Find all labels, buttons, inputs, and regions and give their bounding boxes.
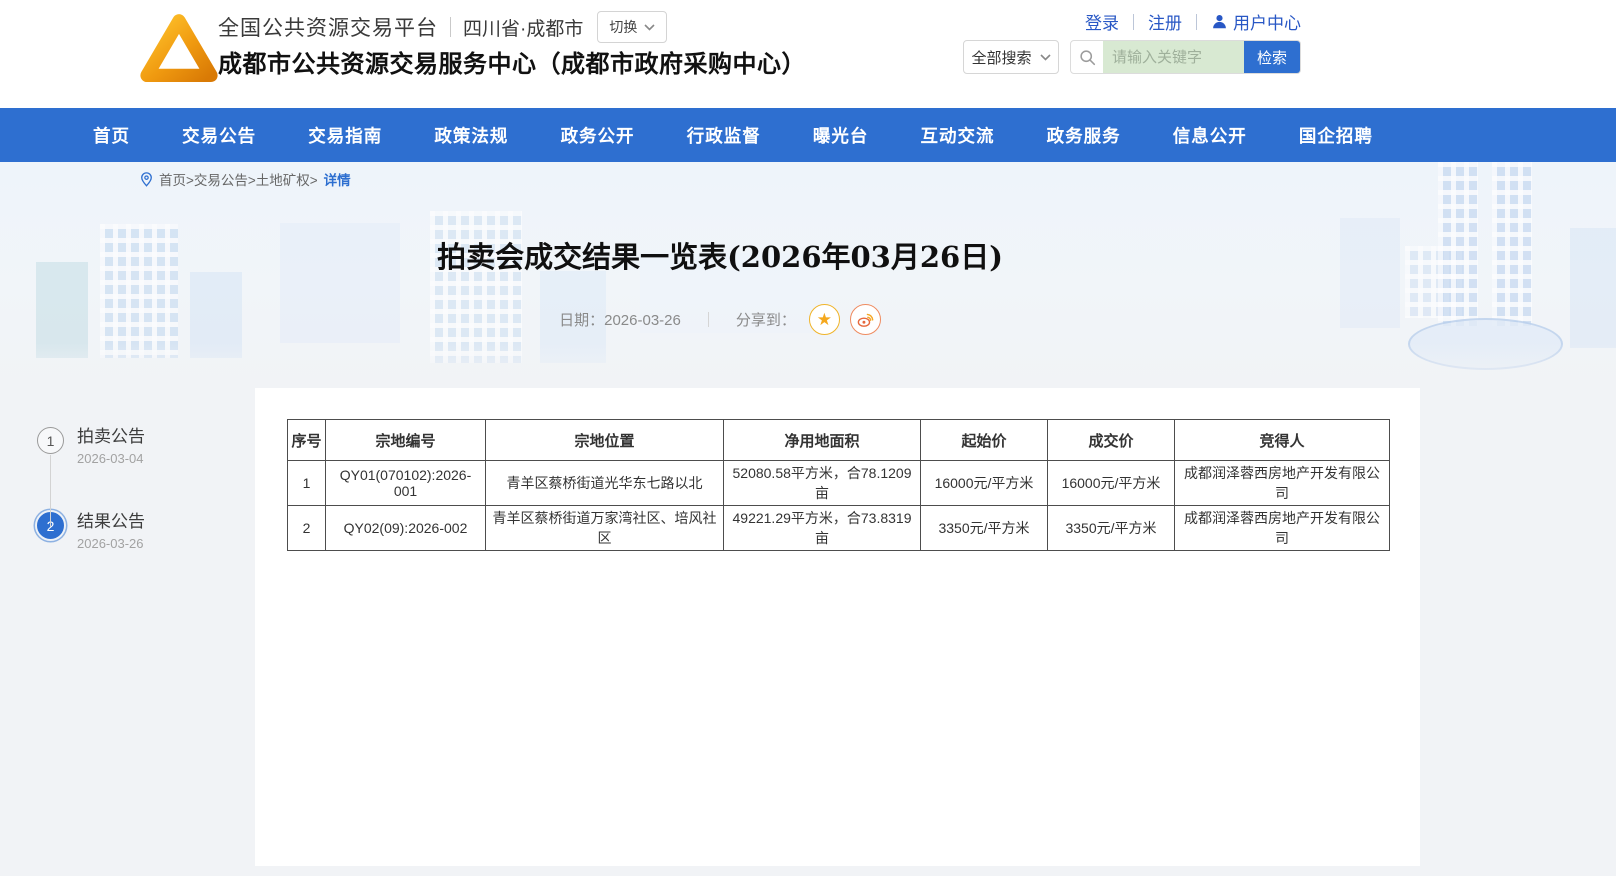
table-header-cell: 宗地位置 bbox=[486, 420, 724, 461]
qzone-icon[interactable]: ★ bbox=[809, 304, 840, 335]
breadcrumb-path: 首页>交易公告>土地矿权> bbox=[159, 169, 318, 189]
table-cell: QY02(09):2026-002 bbox=[326, 506, 486, 551]
user-center-label: 用户中心 bbox=[1233, 9, 1301, 34]
auction-results-table: 序号宗地编号宗地位置净用地面积起始价成交价竞得人 1QY01(070102):2… bbox=[287, 419, 1390, 551]
detail-card: 序号宗地编号宗地位置净用地面积起始价成交价竞得人 1QY01(070102):2… bbox=[255, 388, 1420, 866]
nav-item-6[interactable]: 行政监督 bbox=[679, 123, 769, 148]
skyline-building bbox=[36, 262, 88, 358]
login-label: 登录 bbox=[1085, 9, 1119, 34]
nav-list: 首页 交易公告 交易指南 政策法规 政务公开 行政监督 曝光台 互动交流 政务服务 信息公开 国企招… bbox=[85, 108, 1381, 162]
region-switch-label: 切换 bbox=[609, 17, 637, 37]
chevron-down-icon bbox=[1040, 54, 1051, 61]
content-area: 1 拍卖公告 2026-03-04 2 结果公告 2026-03-26 序号宗地编号宗地位… bbox=[0, 388, 1616, 876]
nav-item-11[interactable]: 国企招聘 bbox=[1291, 123, 1381, 148]
nav-item-4[interactable]: 政策法规 bbox=[426, 123, 516, 148]
table-cell: 1 bbox=[288, 461, 326, 506]
table-row: 1QY01(070102):2026-001青羊区蔡桥街道光华东七路以北5208… bbox=[288, 461, 1390, 506]
region-label: 四川省·成都市 bbox=[463, 14, 583, 41]
site-header: 全国公共资源交易平台 四川省·成都市 切换 成都市公共资源交易服务中心（成都市政… bbox=[0, 0, 1616, 108]
search-scope-label: 全部搜索 bbox=[971, 47, 1031, 68]
banner: 首页>交易公告>土地矿权>详情 拍卖会成交结果一览表(2026年03月26日) … bbox=[0, 162, 1616, 388]
table-cell: 2 bbox=[288, 506, 326, 551]
header-top-row: 全国公共资源交易平台 四川省·成都市 切换 bbox=[218, 11, 667, 43]
nav-item-8[interactable]: 互动交流 bbox=[912, 123, 1002, 148]
table-header-cell: 成交价 bbox=[1048, 420, 1175, 461]
table-header-cell: 宗地编号 bbox=[326, 420, 486, 461]
divider bbox=[1196, 14, 1197, 30]
table-cell: QY01(070102):2026-001 bbox=[326, 461, 486, 506]
divider bbox=[1133, 14, 1134, 30]
skyline-stadium bbox=[1408, 318, 1563, 370]
table-cell: 16000元/平方米 bbox=[1048, 461, 1175, 506]
nav-item-2[interactable]: 交易公告 bbox=[174, 123, 264, 148]
chevron-down-icon bbox=[644, 24, 655, 31]
divider bbox=[708, 312, 709, 327]
nav-item-9[interactable]: 政务服务 bbox=[1039, 123, 1129, 148]
search-input[interactable] bbox=[1103, 41, 1244, 73]
timeline-step-title: 拍卖公告 bbox=[77, 427, 145, 447]
weibo-icon[interactable] bbox=[850, 304, 881, 335]
table-cell: 青羊区蔡桥街道万家湾社区、培风社区 bbox=[486, 506, 724, 551]
register-label: 注册 bbox=[1148, 9, 1182, 34]
nav-item-7[interactable]: 曝光台 bbox=[805, 123, 877, 148]
skyline-building bbox=[1340, 218, 1400, 328]
breadcrumb-current: 详情 bbox=[324, 169, 351, 189]
share-label: 分享到： bbox=[736, 309, 796, 330]
location-pin-icon bbox=[140, 172, 153, 187]
table-cell: 3350元/平方米 bbox=[1048, 506, 1175, 551]
site-logo-icon bbox=[140, 8, 218, 96]
search-box: 检索 bbox=[1070, 40, 1301, 74]
table-cell: 3350元/平方米 bbox=[921, 506, 1048, 551]
table-body: 1QY01(070102):2026-001青羊区蔡桥街道光华东七路以北5208… bbox=[288, 461, 1390, 551]
table-row: 2QY02(09):2026-002青羊区蔡桥街道万家湾社区、培风社区49221… bbox=[288, 506, 1390, 551]
user-icon bbox=[1211, 13, 1228, 30]
divider bbox=[450, 17, 451, 37]
timeline-step-title: 结果公告 bbox=[77, 512, 145, 532]
login-link[interactable]: 登录 bbox=[1085, 9, 1119, 34]
page-title: 拍卖会成交结果一览表(2026年03月26日) bbox=[140, 234, 1300, 276]
timeline: 1拍卖公告2026-03-042结果公告2026-03-26 bbox=[37, 427, 247, 551]
platform-title: 全国公共资源交易平台 bbox=[218, 12, 438, 42]
table-cell: 青羊区蔡桥街道光华东七路以北 bbox=[486, 461, 724, 506]
date-label-text: 日期： bbox=[559, 312, 604, 329]
date-label: 日期：2026-03-26 bbox=[559, 309, 681, 330]
table-header-cell: 起始价 bbox=[921, 420, 1048, 461]
timeline-step-date: 2026-03-26 bbox=[77, 536, 145, 551]
timeline-step[interactable]: 2结果公告2026-03-26 bbox=[37, 512, 247, 551]
nav-item-3[interactable]: 交易指南 bbox=[300, 123, 390, 148]
nav-item-10[interactable]: 信息公开 bbox=[1165, 123, 1255, 148]
table-cell: 成都润泽蓉西房地产开发有限公司 bbox=[1175, 506, 1390, 551]
timeline-connector bbox=[50, 455, 51, 527]
nav-item-1[interactable]: 首页 bbox=[85, 123, 138, 148]
table-header-row: 序号宗地编号宗地位置净用地面积起始价成交价竞得人 bbox=[288, 420, 1390, 461]
table-cell: 49221.29平方米，合73.8319亩 bbox=[724, 506, 921, 551]
nav-item-5[interactable]: 政务公开 bbox=[553, 123, 643, 148]
site-title: 成都市公共资源交易服务中心（成都市政府采购中心） bbox=[218, 44, 806, 79]
breadcrumb: 首页>交易公告>土地矿权> 详情 bbox=[140, 169, 351, 189]
user-center-link[interactable]: 用户中心 bbox=[1211, 9, 1301, 34]
date-value: 2026-03-26 bbox=[604, 312, 681, 329]
table-cell: 16000元/平方米 bbox=[921, 461, 1048, 506]
table-cell: 成都润泽蓉西房地产开发有限公司 bbox=[1175, 461, 1390, 506]
register-link[interactable]: 注册 bbox=[1148, 9, 1182, 34]
timeline-step[interactable]: 1 拍卖公告 2026-03-04 bbox=[37, 427, 247, 466]
skyline-tower bbox=[1492, 162, 1532, 326]
timeline-step-date: 2026-03-04 bbox=[77, 451, 145, 466]
skyline-building bbox=[1570, 228, 1616, 348]
search-scope-select[interactable]: 全部搜索 bbox=[963, 40, 1059, 74]
table-cell: 52080.58平方米，合78.1209亩 bbox=[724, 461, 921, 506]
search-icon bbox=[1071, 41, 1103, 73]
region-switch-button[interactable]: 切换 bbox=[597, 11, 667, 43]
table-header-cell: 序号 bbox=[288, 420, 326, 461]
table-header-cell: 竞得人 bbox=[1175, 420, 1390, 461]
skyline-tower bbox=[1438, 162, 1478, 326]
main-nav: 首页 交易公告 交易指南 政策法规 政务公开 行政监督 曝光台 互动交流 政务服务 信息公开 国企招… bbox=[0, 108, 1616, 162]
article-meta: 日期：2026-03-26 分享到： ★ bbox=[140, 304, 1300, 335]
table-header-cell: 净用地面积 bbox=[724, 420, 921, 461]
timeline-step-number: 1 bbox=[37, 427, 64, 454]
share-icons: ★ bbox=[809, 304, 881, 335]
search-button[interactable]: 检索 bbox=[1244, 41, 1300, 73]
account-links: 登录 注册 用户中心 bbox=[1085, 9, 1301, 34]
